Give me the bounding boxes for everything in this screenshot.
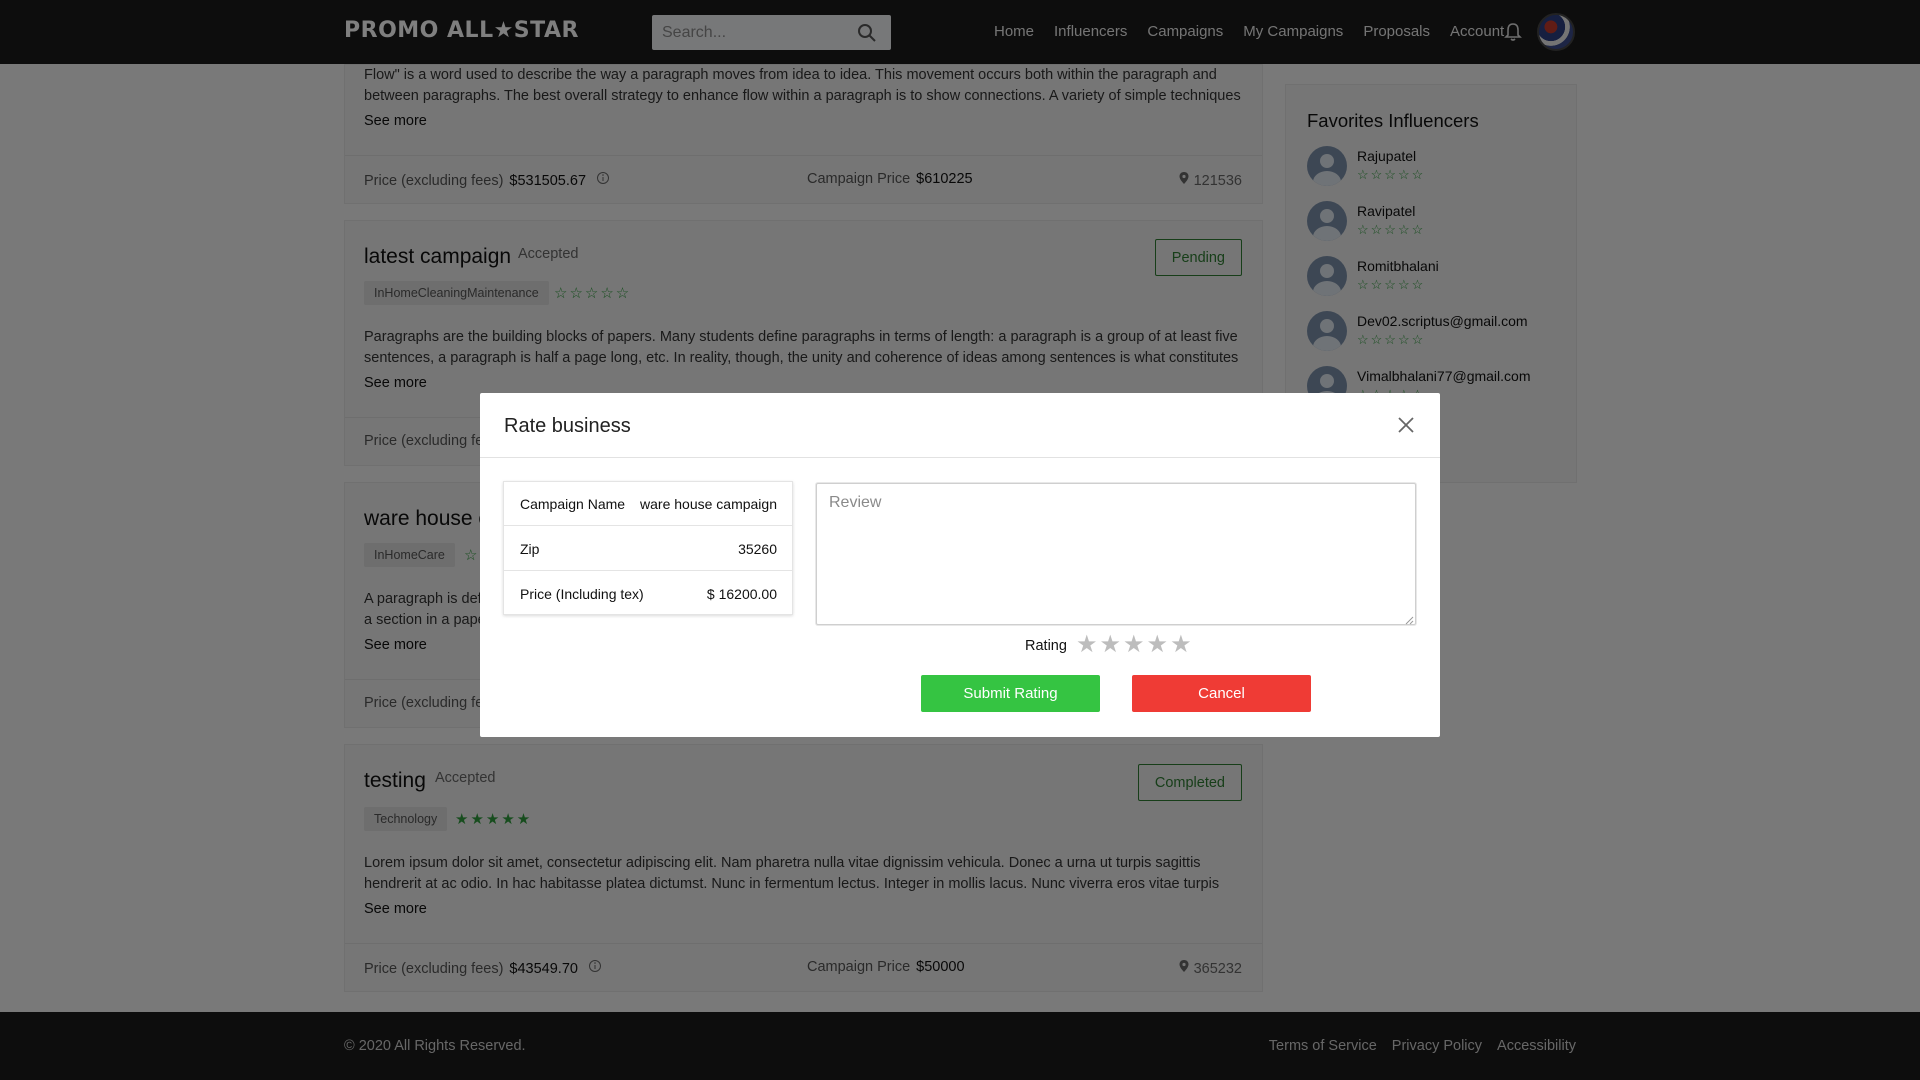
- info-row: Zip 35260: [504, 527, 792, 571]
- info-value: 35260: [738, 541, 777, 557]
- campaign-info-table: Campaign Name ware house campaign Zip 35…: [503, 481, 793, 615]
- rating-input: ★ ★ ★ ★ ★: [1076, 631, 1194, 659]
- star-icon[interactable]: ★: [1076, 631, 1098, 659]
- cancel-button[interactable]: Cancel: [1132, 675, 1311, 712]
- info-value: ware house campaign: [640, 496, 777, 512]
- star-icon[interactable]: ★: [1100, 631, 1122, 659]
- info-label: Price (Including tex): [520, 586, 644, 602]
- info-value: $ 16200.00: [706, 586, 777, 602]
- info-label: Zip: [520, 541, 540, 557]
- star-icon[interactable]: ★: [1123, 631, 1145, 659]
- info-label: Campaign Name: [520, 496, 626, 512]
- info-row: Price (Including tex) $ 16200.00: [504, 572, 792, 616]
- modal-header: Rate business: [480, 393, 1440, 458]
- close-icon[interactable]: [1394, 413, 1418, 437]
- resize-handle-icon[interactable]: [1404, 612, 1414, 630]
- rating-label: Rating: [1025, 638, 1067, 654]
- modal-title: Rate business: [504, 415, 631, 437]
- star-icon[interactable]: ★: [1170, 631, 1192, 659]
- rate-business-modal: Rate business Campaign Name ware house c…: [480, 393, 1440, 737]
- review-textarea[interactable]: [816, 483, 1416, 625]
- star-icon[interactable]: ★: [1147, 631, 1169, 659]
- info-row: Campaign Name ware house campaign: [504, 482, 792, 526]
- submit-rating-button[interactable]: Submit Rating: [921, 675, 1100, 712]
